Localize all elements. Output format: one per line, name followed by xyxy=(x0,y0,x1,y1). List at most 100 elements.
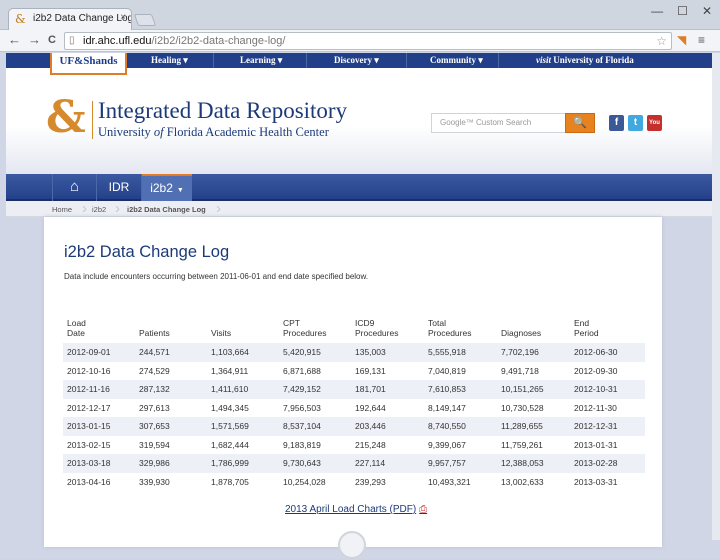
column-header: Diagnoses xyxy=(501,328,542,338)
table-cell: 329,986 xyxy=(135,454,207,473)
table-cell: 9,730,643 xyxy=(279,454,351,473)
address-bar[interactable]: ▯ idr.ahc.ufl.edu/i2b2/i2b2-data-change-… xyxy=(64,32,672,50)
close-window-icon[interactable]: ✕ xyxy=(702,4,712,18)
table-row: 2012-09-01 244,571 1,103,664 5,420,915 135,0… xyxy=(63,343,645,362)
table-cell: 9,183,819 xyxy=(283,439,321,450)
bookmark-star-icon[interactable]: ☆ xyxy=(656,34,667,48)
breadcrumb-home[interactable]: Home xyxy=(52,205,72,214)
table-cell: 2013-04-16 xyxy=(67,476,111,487)
url-path: /i2b2/i2b2-data-change-log/ xyxy=(151,35,286,47)
table-row: 2013-04-16 339,930 1,878,705 10,254,028 239,… xyxy=(63,473,645,492)
tab-close-icon[interactable]: × xyxy=(120,12,126,23)
column-header: Patients xyxy=(139,328,170,338)
table-cell: 5,555,918 xyxy=(424,343,497,362)
table-cell: 2012-09-30 xyxy=(574,365,618,376)
table-cell: 215,248 xyxy=(355,439,386,450)
table-cell: 2012-11-16 xyxy=(63,380,135,399)
data-change-table: Load Date Patients Visits CPT Procedures ICD9 P… xyxy=(63,313,645,491)
browser-toolbar: ← → C ▯ idr.ahc.ufl.edu/i2b2/i2b2-data-c… xyxy=(0,30,720,52)
table-cell: 9,957,757 xyxy=(424,454,497,473)
pdf-icon: ⎙ xyxy=(419,504,428,515)
table-cell: 274,529 xyxy=(139,365,170,376)
content-panel: i2b2 Data Change Log Data include encoun… xyxy=(44,217,662,547)
table-cell: 2012-10-16 xyxy=(67,365,111,376)
twitter-icon[interactable]: t xyxy=(628,115,643,131)
table-cell: 319,594 xyxy=(139,439,170,450)
site-title[interactable]: Integrated Data Repository xyxy=(98,98,347,124)
youtube-icon[interactable]: You xyxy=(647,115,662,131)
table-cell: 181,701 xyxy=(351,380,424,399)
idr-logo-ampersand: & xyxy=(46,92,86,143)
column-header: Total Procedures xyxy=(428,318,472,338)
table-cell: 2013-03-31 xyxy=(574,476,618,487)
nav-idr[interactable]: IDR xyxy=(97,174,142,201)
topnav-discovery[interactable]: Discovery ▾ xyxy=(334,55,379,66)
column-header: Load Date xyxy=(67,318,86,338)
table-cell: 287,132 xyxy=(135,380,207,399)
back-icon[interactable]: ← xyxy=(8,32,21,47)
ufshands-logo[interactable]: UF&Shands xyxy=(50,53,127,75)
table-cell: 239,293 xyxy=(355,476,386,487)
table-cell: 1,878,705 xyxy=(211,476,249,487)
topnav-visit-uf[interactable]: visit University of Florida xyxy=(536,55,634,65)
breadcrumb-i2b2[interactable]: i2b2 xyxy=(92,205,106,214)
table-cell: 1,411,610 xyxy=(207,380,279,399)
facebook-icon[interactable]: f xyxy=(609,115,624,131)
column-header: End Period xyxy=(574,318,599,338)
topnav-healing[interactable]: Healing ▾ xyxy=(151,55,188,66)
table-cell: 2012-10-31 xyxy=(570,380,645,399)
page-title: i2b2 Data Change Log xyxy=(64,243,230,261)
page-icon: ▯ xyxy=(69,35,75,46)
table-cell: 2013-01-15 xyxy=(63,417,135,436)
table-cell: 10,151,265 xyxy=(497,380,570,399)
new-tab-button[interactable] xyxy=(133,14,157,26)
page-scrollbar[interactable] xyxy=(712,53,720,540)
topnav-community[interactable]: Community ▾ xyxy=(430,55,483,66)
topnav-learning[interactable]: Learning ▾ xyxy=(240,55,282,66)
breadcrumb-current: i2b2 Data Change Log xyxy=(127,205,206,214)
reload-icon[interactable]: C xyxy=(48,34,56,46)
table-row: 2012-10-16 274,529 1,364,911 6,871,688 169,1… xyxy=(63,362,645,381)
table-cell: 2012-12-17 xyxy=(67,402,111,413)
forward-icon[interactable]: → xyxy=(28,32,41,47)
table-cell: 1,786,999 xyxy=(207,454,279,473)
rss-icon[interactable]: ◥ xyxy=(677,33,686,47)
table-cell: 1,682,444 xyxy=(211,439,249,450)
table-row: 2012-11-16 287,132 1,411,610 7,429,152 181,7… xyxy=(63,380,645,399)
table-cell: 1,364,911 xyxy=(211,365,249,376)
table-cell: 13,002,633 xyxy=(501,476,544,487)
table-cell: 1,103,664 xyxy=(207,343,279,362)
url-host: idr.ahc.ufl.edu xyxy=(83,35,152,47)
home-button[interactable]: ⌂ xyxy=(52,174,97,201)
breadcrumb: Home › i2b2 › i2b2 Data Change Log › xyxy=(6,201,712,217)
pdf-link[interactable]: 2013 April Load Charts (PDF) ⎙ xyxy=(285,504,427,515)
table-cell: 11,759,261 xyxy=(501,439,543,450)
top-navigation: UF&Shands Healing ▾ Learning ▾ Discovery… xyxy=(6,53,712,75)
table-cell: 6,871,688 xyxy=(283,365,321,376)
table-cell: 2013-02-15 xyxy=(67,439,111,450)
search-button[interactable]: 🔍 xyxy=(565,113,595,133)
table-cell: 2012-06-30 xyxy=(570,343,645,362)
site-header: & Integrated Data Repository University … xyxy=(6,68,712,174)
table-cell: 7,610,853 xyxy=(424,380,497,399)
table-cell: 1,494,345 xyxy=(211,402,249,413)
minimize-icon[interactable]: — xyxy=(651,4,663,18)
footer-emblem xyxy=(338,531,366,559)
table-cell: 2012-09-01 xyxy=(63,343,135,362)
column-header: Visits xyxy=(211,328,232,338)
nav-i2b2[interactable]: i2b2 ▼ xyxy=(142,174,192,201)
tab-title: i2b2 Data Change Log » In xyxy=(33,13,132,24)
table-cell: 9,399,067 xyxy=(428,439,466,450)
table-cell: 203,446 xyxy=(351,417,424,436)
table-cell: 11,289,655 xyxy=(497,417,570,436)
table-cell: 339,930 xyxy=(139,476,170,487)
table-cell: 2013-03-18 xyxy=(63,454,135,473)
search-icon: 🔍 xyxy=(573,117,587,129)
search-input[interactable]: Google™ Custom Search 🔍 xyxy=(431,113,595,133)
table-cell: 8,537,104 xyxy=(279,417,351,436)
maximize-icon[interactable]: ☐ xyxy=(677,4,688,18)
table-cell: 227,114 xyxy=(351,454,424,473)
browser-tabstrip: & i2b2 Data Change Log » In × — ☐ ✕ xyxy=(0,0,720,30)
browser-tab[interactable]: & i2b2 Data Change Log » In × xyxy=(8,8,132,30)
menu-icon[interactable]: ≡ xyxy=(698,33,705,47)
